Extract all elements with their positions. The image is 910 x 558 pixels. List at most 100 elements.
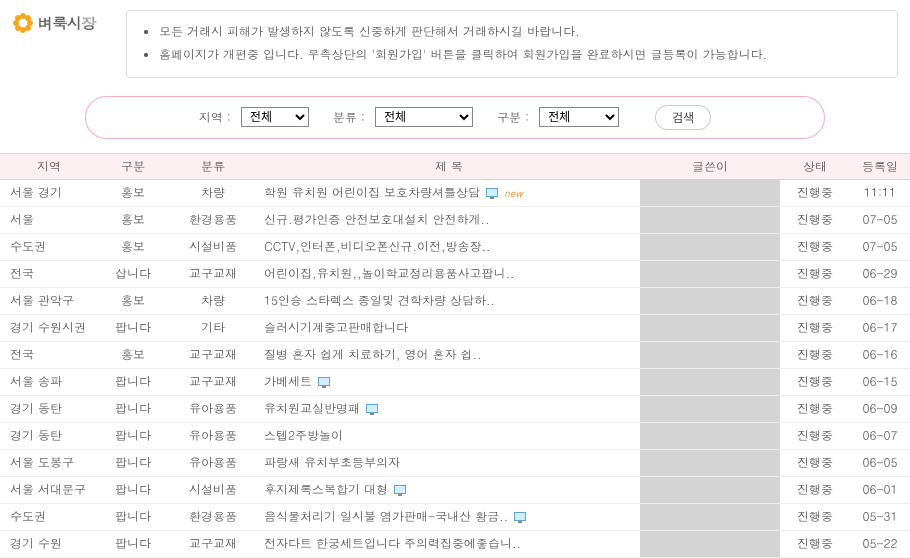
cell-type: 팝니다 <box>98 395 168 422</box>
image-icon <box>366 404 378 414</box>
cell-region: 전국 <box>0 260 98 287</box>
cell-type: 홍보 <box>98 233 168 260</box>
table-row[interactable]: 서울 관악구홍보차량15인승 스타렉스 종일및 견학차량 상담하.. 진행중06-… <box>0 287 910 314</box>
cell-author <box>640 530 780 557</box>
cell-type: 팝니다 <box>98 368 168 395</box>
site-logo[interactable]: 벼룩시장 <box>12 10 112 34</box>
cell-type: 홍보 <box>98 341 168 368</box>
cell-author <box>640 260 780 287</box>
table-row[interactable]: 전국홍보교구교재질병 혼자 쉽게 치료하기, 영어 혼자 쉽..진행중06-16 <box>0 341 910 368</box>
cell-region: 서울 도봉구 <box>0 449 98 476</box>
cell-title[interactable]: 전자다트 한궁세트입니다 주의력집중에좋습니.. <box>258 530 640 557</box>
cell-title[interactable]: 15인승 스타렉스 종일및 견학차량 상담하.. <box>258 287 640 314</box>
cell-category: 차량 <box>168 179 258 206</box>
region-label: 지역 : <box>199 109 231 126</box>
table-row[interactable]: 경기 동탄팝니다유아용품스텝2주방놀이진행중06-07 <box>0 422 910 449</box>
cell-status: 진행중 <box>780 179 850 206</box>
cell-title[interactable]: 어린이집,유치원,,놀이학교정리용품사고팝니.. <box>258 260 640 287</box>
cell-title[interactable]: 음식물처리기 일시불 염가판매-국내산 황금.. <box>258 503 640 530</box>
cell-type: 홍보 <box>98 179 168 206</box>
cell-title[interactable]: 후지제록스복합기 대형 <box>258 476 640 503</box>
cell-title[interactable]: 파랑새 유치부초등부의자 <box>258 449 640 476</box>
cell-title[interactable]: 유치원교실반명패 <box>258 395 640 422</box>
cell-category: 유아용품 <box>168 395 258 422</box>
cell-date: 06-18 <box>850 287 910 314</box>
search-button[interactable]: 검색 <box>655 105 711 130</box>
table-row[interactable]: 경기 동탄팝니다유아용품유치원교실반명패 진행중06-09 <box>0 395 910 422</box>
cell-author <box>640 314 780 341</box>
table-row[interactable]: 수도권팝니다환경용품음식물처리기 일시불 염가판매-국내산 황금.. 진행중05… <box>0 503 910 530</box>
table-row[interactable]: 전국삽니다교구교재어린이집,유치원,,놀이학교정리용품사고팝니..진행중06-2… <box>0 260 910 287</box>
cell-category: 시설비품 <box>168 476 258 503</box>
cell-region: 경기 동탄 <box>0 422 98 449</box>
cell-region: 경기 동탄 <box>0 395 98 422</box>
cell-region: 서울 <box>0 206 98 233</box>
image-icon <box>394 485 406 495</box>
category-select[interactable]: 전체 <box>375 107 473 127</box>
cell-author <box>640 287 780 314</box>
cell-region: 서울 경기 <box>0 179 98 206</box>
cell-author <box>640 233 780 260</box>
col-status: 상태 <box>780 153 850 179</box>
col-type: 구분 <box>98 153 168 179</box>
table-row[interactable]: 서울 서대문구팝니다시설비품후지제록스복합기 대형 진행중06-01 <box>0 476 910 503</box>
cell-type: 홍보 <box>98 287 168 314</box>
cell-title[interactable]: 학원 유치원 어린이집 보호차량셔틀상담 new <box>258 179 640 206</box>
cell-type: 팝니다 <box>98 422 168 449</box>
notice-item: 홈페이지가 개편중 입니다. 우측상단의 '회원가입' 버튼을 클릭하여 회원가… <box>159 44 881 67</box>
cell-author <box>640 341 780 368</box>
cell-region: 서울 관악구 <box>0 287 98 314</box>
cell-status: 진행중 <box>780 395 850 422</box>
cell-author <box>640 449 780 476</box>
cell-date: 06-01 <box>850 476 910 503</box>
cell-category: 차량 <box>168 287 258 314</box>
cell-title[interactable]: 스텝2주방놀이 <box>258 422 640 449</box>
cell-title[interactable]: CCTV,인터폰,비디오폰신규.이전,방송장.. <box>258 233 640 260</box>
table-row[interactable]: 경기 수원팝니다교구교재전자다트 한궁세트입니다 주의력집중에좋습니..진행중0… <box>0 530 910 557</box>
search-bar: 지역 : 전체 분류 : 전체 구분 : 전체 검색 <box>85 96 825 139</box>
cell-category: 환경용품 <box>168 206 258 233</box>
cell-status: 진행중 <box>780 287 850 314</box>
table-row[interactable]: 수도권홍보시설비품CCTV,인터폰,비디오폰신규.이전,방송장..진행중07-0… <box>0 233 910 260</box>
cell-title[interactable]: 슬러시기계중고판매합니다 <box>258 314 640 341</box>
cell-date: 05-22 <box>850 530 910 557</box>
image-icon <box>514 512 526 522</box>
table-header-row: 지역 구분 분류 제 목 글쓴이 상태 등록일 <box>0 153 910 179</box>
notice-item: 모든 거래시 피해가 발생하지 않도록 신중하게 판단해서 거래하시길 바랍니다… <box>159 21 881 44</box>
cell-type: 팝니다 <box>98 530 168 557</box>
cell-date: 07-05 <box>850 233 910 260</box>
category-label: 분류 : <box>333 109 365 126</box>
cell-status: 진행중 <box>780 206 850 233</box>
cell-category: 교구교재 <box>168 368 258 395</box>
cell-region: 수도권 <box>0 503 98 530</box>
cell-date: 06-07 <box>850 422 910 449</box>
type-select[interactable]: 전체 <box>539 107 619 127</box>
cell-date: 06-17 <box>850 314 910 341</box>
table-row[interactable]: 서울 송파팝니다교구교재가베세트 진행중06-15 <box>0 368 910 395</box>
logo-text: 벼룩시장 <box>38 13 96 34</box>
col-region: 지역 <box>0 153 98 179</box>
cell-type: 팝니다 <box>98 503 168 530</box>
table-row[interactable]: 서울 도봉구팝니다유아용품파랑새 유치부초등부의자진행중06-05 <box>0 449 910 476</box>
cell-status: 진행중 <box>780 422 850 449</box>
region-select[interactable]: 전체 <box>241 107 309 127</box>
listing-table: 지역 구분 분류 제 목 글쓴이 상태 등록일 서울 경기홍보차량학원 유치원 … <box>0 153 910 558</box>
cell-category: 기타 <box>168 314 258 341</box>
cell-title[interactable]: 가베세트 <box>258 368 640 395</box>
cell-type: 삽니다 <box>98 260 168 287</box>
cell-category: 시설비품 <box>168 233 258 260</box>
cell-author <box>640 395 780 422</box>
cell-author <box>640 368 780 395</box>
table-row[interactable]: 경기 수원시권팝니다기타슬러시기계중고판매합니다진행중06-17 <box>0 314 910 341</box>
cell-region: 경기 수원 <box>0 530 98 557</box>
cell-title[interactable]: 질병 혼자 쉽게 치료하기, 영어 혼자 쉽.. <box>258 341 640 368</box>
image-icon <box>486 188 498 198</box>
table-row[interactable]: 서울 경기홍보차량학원 유치원 어린이집 보호차량셔틀상담 new진행중11:1… <box>0 179 910 206</box>
cell-title[interactable]: 신규.평가인증 안전보호대설치 안전하게.. <box>258 206 640 233</box>
cell-author <box>640 179 780 206</box>
cell-status: 진행중 <box>780 530 850 557</box>
cell-date: 06-09 <box>850 395 910 422</box>
table-row[interactable]: 서울홍보환경용품신규.평가인증 안전보호대설치 안전하게..진행중07-05 <box>0 206 910 233</box>
col-category: 분류 <box>168 153 258 179</box>
cell-author <box>640 476 780 503</box>
